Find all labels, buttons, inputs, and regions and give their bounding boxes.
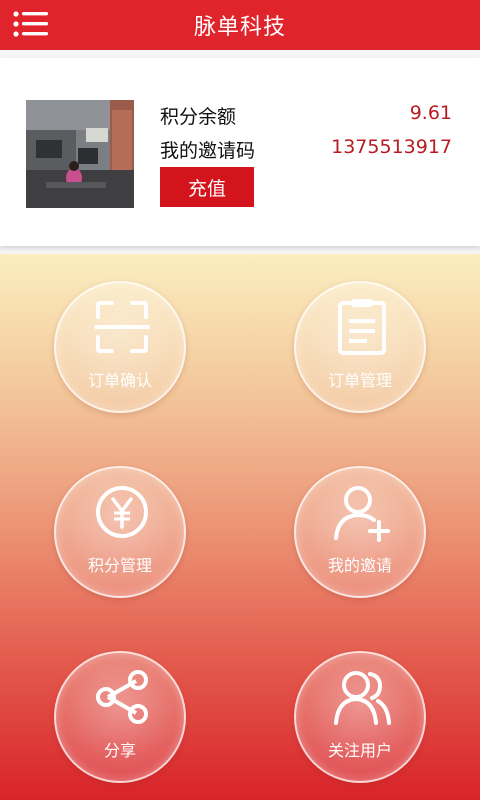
recharge-button[interactable]: 充值 <box>160 167 254 207</box>
tile-label: 关注用户 <box>327 741 392 760</box>
my-invite-button[interactable]: 我的邀请 <box>294 466 426 598</box>
points-manage-button[interactable]: 积分管理 <box>54 466 186 598</box>
order-manage-button[interactable]: 订单管理 <box>294 281 426 413</box>
share-button[interactable]: 分享 <box>54 651 186 783</box>
order-confirm-button[interactable]: 订单确认 <box>54 281 186 413</box>
yen-coin-icon <box>96 486 148 538</box>
share-icon <box>96 670 148 724</box>
clipboard-icon <box>338 299 386 355</box>
page-title: 脉单科技 <box>193 15 286 40</box>
tile-label: 订单确认 <box>87 371 152 390</box>
balance-label: 积分余额 <box>160 106 237 128</box>
account-card: 积分余额 9.61 我的邀请码 1375513917 充值 <box>0 58 480 246</box>
add-user-icon <box>334 486 390 542</box>
balance-value: 9.61 <box>409 102 452 124</box>
tile-label: 积分管理 <box>87 556 152 575</box>
invite-code-label: 我的邀请码 <box>160 140 256 162</box>
tile-label: 订单管理 <box>327 371 392 390</box>
avatar[interactable] <box>26 100 134 208</box>
tile-label: 分享 <box>103 741 136 760</box>
follow-users-button[interactable]: 关注用户 <box>294 651 426 783</box>
menu-grid: 订单确认 订单管理 积分管理 我的邀请 分享 关注用户 <box>0 254 480 800</box>
scan-icon <box>94 301 150 353</box>
users-icon <box>334 671 391 725</box>
app-header: 脉单科技 <box>0 0 480 50</box>
invite-code-value: 1375513917 <box>331 136 452 158</box>
menu-list-icon[interactable] <box>12 9 50 41</box>
tile-label: 我的邀请 <box>327 556 392 575</box>
